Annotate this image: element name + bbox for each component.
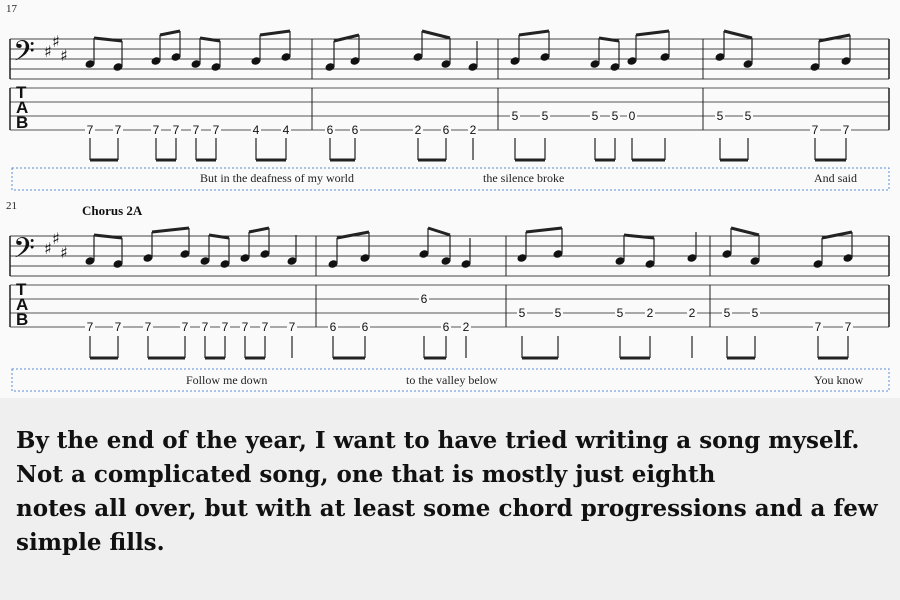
tab-number: 2 (647, 306, 654, 320)
lyric-text: You know (814, 373, 863, 387)
tab-number: 6 (443, 123, 450, 137)
lyric-text: Follow me down (186, 373, 267, 387)
tab-number: 6 (421, 292, 428, 306)
caption-line: Not a complicated song, one that is most… (16, 461, 716, 488)
section-label: Chorus 2A (82, 203, 143, 218)
lyric-text: the silence broke (483, 171, 564, 185)
tab-number: 7 (222, 320, 229, 334)
tab-number: 5 (512, 109, 519, 123)
tab-clef-letter: B (16, 310, 28, 329)
tab-clef-letter: B (16, 113, 28, 132)
tab-number: 7 (182, 320, 189, 334)
tab-number: 7 (87, 320, 94, 334)
tab-number: 6 (443, 320, 450, 334)
tab-number: 5 (617, 306, 624, 320)
measure-number: 21 (6, 200, 17, 212)
caption-line: By the end of the year, I want to have t… (16, 427, 860, 454)
tab-number: 7 (153, 123, 160, 137)
tab-number: 2 (415, 123, 422, 137)
tab-number: 7 (815, 320, 822, 334)
sharp-sign: ♯ (52, 229, 60, 248)
sharp-sign: ♯ (44, 42, 52, 61)
sharp-sign: ♯ (44, 239, 52, 258)
bass-clef: 𝄢 (13, 232, 35, 272)
tab-number: 5 (752, 306, 759, 320)
lyric-text: And said (814, 171, 857, 185)
tab-number: 7 (193, 123, 200, 137)
tab-number: 6 (327, 123, 334, 137)
tab-number: 5 (724, 306, 731, 320)
lyric-text: But in the deafness of my world (200, 171, 354, 185)
tab-number: 7 (115, 123, 122, 137)
tab-number: 4 (283, 123, 290, 137)
tab-number: 7 (173, 123, 180, 137)
tablature-score: 17𝄢 ♯♯♯TAB 7 7 7 7 7 7 4 4 6 6 2 6 25 5 5 5 0 5 57 7But in th… (0, 0, 900, 398)
caption-line: simple fills. (16, 529, 165, 556)
tab-number: 5 (592, 109, 599, 123)
sharp-sign: ♯ (60, 46, 68, 65)
tab-number: 7 (289, 320, 296, 334)
tab-number: 0 (629, 109, 636, 123)
tab-number: 7 (812, 123, 819, 137)
tab-number: 7 (202, 320, 209, 334)
tab-number: 7 (115, 320, 122, 334)
tab-number: 5 (612, 109, 619, 123)
tab-number: 5 (519, 306, 526, 320)
tab-number: 5 (542, 109, 549, 123)
caption-line: notes all over, but with at least some c… (16, 495, 878, 522)
tab-number: 6 (362, 320, 369, 334)
tab-number: 7 (845, 320, 852, 334)
caption-text: By the end of the year, I want to have t… (16, 424, 878, 560)
tab-number: 2 (463, 320, 470, 334)
bass-clef: 𝄢 (13, 35, 35, 75)
tab-number: 7 (213, 123, 220, 137)
tab-number: 7 (145, 320, 152, 334)
tab-number: 6 (352, 123, 359, 137)
tab-number: 5 (745, 109, 752, 123)
tab-number: 7 (843, 123, 850, 137)
tab-number: 7 (262, 320, 269, 334)
sharp-sign: ♯ (60, 243, 68, 262)
tab-number: 5 (555, 306, 562, 320)
tab-number: 2 (689, 306, 696, 320)
tab-number: 5 (717, 109, 724, 123)
tab-number: 4 (253, 123, 260, 137)
measure-number: 17 (6, 3, 18, 15)
tab-number: 2 (470, 123, 477, 137)
tab-number: 7 (242, 320, 249, 334)
sharp-sign: ♯ (52, 32, 60, 51)
tab-number: 7 (87, 123, 94, 137)
lyric-text: to the valley below (406, 373, 498, 387)
tab-number: 6 (330, 320, 337, 334)
